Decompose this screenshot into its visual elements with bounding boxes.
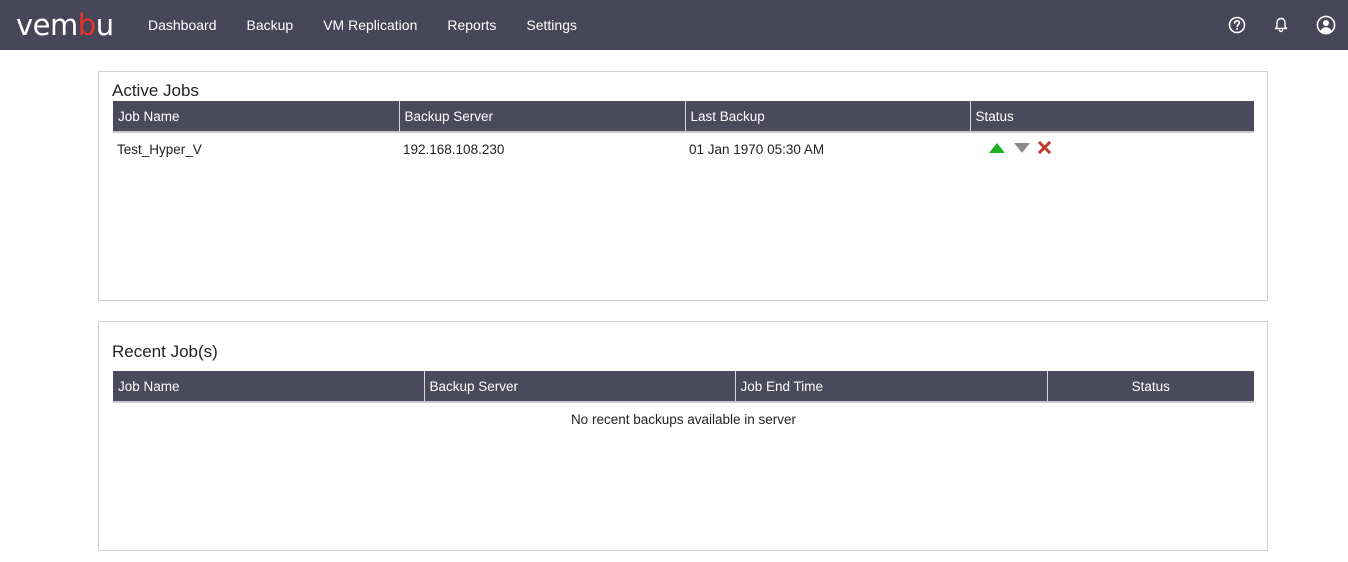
logo-text-accent: b [77,8,96,42]
logo-text-end: u [95,8,114,42]
col-backup-server[interactable]: Backup Server [399,101,686,133]
col-job-name[interactable]: Job Name [113,371,425,403]
nav-reports[interactable]: Reports [447,17,496,33]
recent-jobs-panel: Recent Job(s) Job Name Backup Server Job… [98,321,1268,551]
user-icon[interactable] [1316,15,1336,35]
help-icon[interactable] [1228,16,1246,34]
nav-icon-group [1202,0,1336,50]
empty-message: No recent backups available in server [570,411,797,427]
table-header-row: Job Name Backup Server Job End Time Stat… [113,371,1254,403]
arrow-up-green-icon[interactable] [988,142,1006,157]
col-status[interactable]: Status [970,101,1254,133]
table-header-row: Job Name Backup Server Last Backup Statu… [113,101,1254,133]
cell-backup-server: 192.168.108.230 [403,141,505,157]
nav-dashboard[interactable]: Dashboard [148,17,217,33]
nav-backup[interactable]: Backup [247,17,294,33]
active-jobs-table: Job Name Backup Server Last Backup Statu… [113,101,1254,165]
main-nav: Dashboard Backup VM Replication Reports … [148,0,607,50]
cell-last-backup: 01 Jan 1970 05:30 AM [689,141,825,157]
empty-row: No recent backups available in server [113,402,1254,435]
recent-jobs-title: Recent Job(s) [112,342,218,361]
logo-text-start: vem [16,8,78,42]
col-last-backup[interactable]: Last Backup [685,101,971,133]
active-jobs-panel: Active Jobs Job Name Backup Server Last … [98,71,1268,301]
col-backup-server[interactable]: Backup Server [424,371,736,403]
arrow-down-gray-icon[interactable] [1013,142,1031,157]
active-jobs-title: Active Jobs [112,81,199,100]
col-job-name[interactable]: Job Name [113,101,400,133]
table-row[interactable]: Test_Hyper_V 192.168.108.230 01 Jan 1970… [113,132,1254,165]
recent-jobs-table: Job Name Backup Server Job End Time Stat… [113,371,1254,435]
cell-status [970,132,1254,165]
vembu-logo[interactable]: vembu [16,8,114,42]
bell-icon[interactable] [1272,16,1290,34]
col-status[interactable]: Status [1047,371,1254,403]
col-job-end-time[interactable]: Job End Time [735,371,1048,403]
nav-vm-replication[interactable]: VM Replication [323,17,417,33]
cell-job-name: Test_Hyper_V [117,141,202,157]
close-red-icon[interactable] [1037,141,1051,157]
nav-settings[interactable]: Settings [526,17,577,33]
top-navbar: vembu Dashboard Backup VM Replication Re… [0,0,1348,50]
